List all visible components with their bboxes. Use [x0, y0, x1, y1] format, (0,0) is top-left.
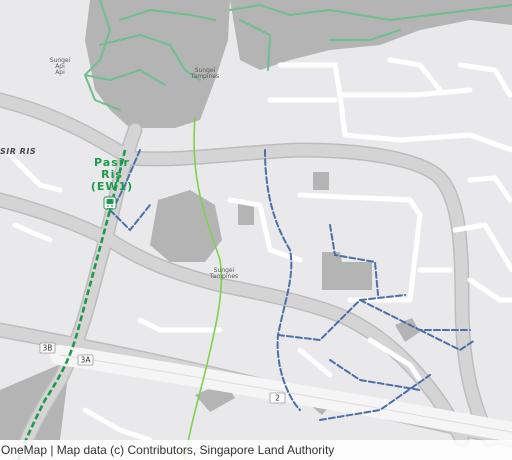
map-canvas[interactable]: Sungei Api Api Sungei Tampines Sungei Ta…: [0, 0, 512, 460]
svg-text:3A: 3A: [81, 356, 92, 365]
road-shield-3a: 3A: [77, 354, 94, 366]
map-attribution: OneMap | Map data (c) Contributors, Sing…: [0, 440, 512, 460]
label-sungei-tampines-south: Sungei Tampines: [209, 267, 238, 280]
station-code: (EW1): [91, 180, 133, 193]
svg-text:Tampines: Tampines: [190, 73, 219, 80]
road-shield-2: 2: [269, 392, 286, 404]
train-icon[interactable]: [103, 196, 117, 210]
map-view[interactable]: Sungei Api Api Sungei Tampines Sungei Ta…: [0, 0, 512, 460]
label-sungei-tampines-north: Sungei Tampines: [190, 67, 219, 80]
road-shield-3b: 3B: [39, 342, 56, 354]
svg-text:2: 2: [275, 394, 280, 403]
label-pasir-ris-area: SIR RIS: [0, 147, 36, 156]
svg-text:3B: 3B: [43, 344, 53, 353]
svg-text:Tampines: Tampines: [209, 273, 238, 280]
svg-text:Api: Api: [55, 69, 65, 76]
